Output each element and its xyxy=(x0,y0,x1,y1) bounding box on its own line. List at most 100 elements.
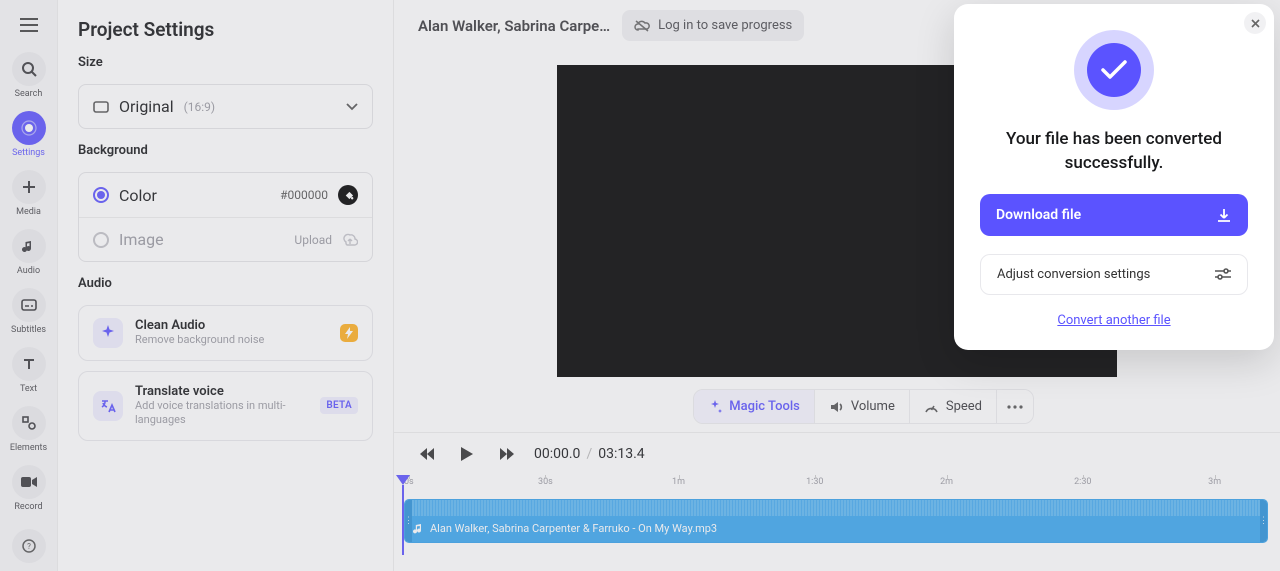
translate-title: Translate voice xyxy=(135,384,308,399)
check-icon xyxy=(1101,60,1127,80)
translate-sub: Add voice translations in multi-language… xyxy=(135,399,308,428)
svg-text:?: ? xyxy=(27,542,31,551)
beta-badge: BETA xyxy=(320,397,358,414)
sidebar-item-search[interactable]: Search xyxy=(4,46,54,103)
skip-forward-button[interactable] xyxy=(494,441,520,467)
timeline-tick: 1m xyxy=(672,477,685,487)
background-section-label: Background xyxy=(78,143,373,158)
speed-label: Speed xyxy=(946,399,982,414)
timeline[interactable]: 0s30s1m1:302m2:303m ⋮ ⋮ Alan Walker, Sab… xyxy=(394,475,1280,555)
convert-another-link[interactable]: Convert another file xyxy=(1057,313,1170,328)
page-title: Project Settings xyxy=(78,18,373,41)
conversion-modal: Your file has been converted successfull… xyxy=(954,4,1274,350)
size-select[interactable]: Original (16:9) xyxy=(78,84,373,129)
plus-icon xyxy=(12,170,46,204)
project-name[interactable]: Alan Walker, Sabrina Carpe… xyxy=(418,17,610,35)
clip-handle-left[interactable]: ⋮ xyxy=(405,500,412,542)
video-toolbar: Magic Tools Volume Speed xyxy=(693,389,1034,424)
download-button[interactable]: Download file xyxy=(980,194,1248,236)
sidebar-item-label: Search xyxy=(15,89,43,99)
background-options: Color #000000 Image Upload xyxy=(78,172,373,262)
size-section-label: Size xyxy=(78,55,373,70)
volume-button[interactable]: Volume xyxy=(815,390,910,423)
clip-name: Alan Walker, Sabrina Carpenter & Farruko… xyxy=(430,522,717,535)
clip-handle-right[interactable]: ⋮ xyxy=(1260,500,1267,542)
skip-back-button[interactable] xyxy=(414,441,440,467)
translate-voice-card[interactable]: Translate voice Add voice translations i… xyxy=(78,371,373,441)
speed-button[interactable]: Speed xyxy=(910,390,997,423)
sidebar-item-label: Record xyxy=(14,502,42,512)
sidebar-item-label: Audio xyxy=(17,266,40,276)
menu-icon[interactable] xyxy=(10,6,48,44)
upload-icon xyxy=(342,232,358,248)
timeline-tick: 2m xyxy=(940,477,953,487)
sidebar-item-record[interactable]: Record xyxy=(4,459,54,516)
timeline-area: 00:00.0 / 03:13.4 0s30s1m1:302m2:303m ⋮ … xyxy=(394,432,1280,555)
success-badge xyxy=(1074,30,1154,110)
bolt-icon xyxy=(340,324,358,342)
time-total: 03:13.4 xyxy=(598,446,644,462)
sidebar-item-subtitles[interactable]: Subtitles xyxy=(4,282,54,339)
sparkle-icon xyxy=(708,400,722,414)
shapes-icon xyxy=(12,406,46,440)
time-display: 00:00.0 / 03:13.4 xyxy=(534,446,645,462)
timeline-clip[interactable]: ⋮ ⋮ Alan Walker, Sabrina Carpenter & Far… xyxy=(404,499,1268,543)
close-button[interactable] xyxy=(1244,12,1266,34)
timeline-tick: 2:30 xyxy=(1074,477,1091,487)
timeline-tick: 30s xyxy=(538,477,553,487)
time-current: 00:00.0 xyxy=(534,446,580,462)
timeline-tick: 1:30 xyxy=(806,477,823,487)
clean-audio-card[interactable]: Clean Audio Remove background noise xyxy=(78,305,373,361)
login-button[interactable]: Log in to save progress xyxy=(622,10,804,41)
bg-color-hex: #000000 xyxy=(280,188,328,202)
sidebar-item-label: Subtitles xyxy=(11,325,46,335)
play-button[interactable] xyxy=(454,441,480,467)
sidebar-item-settings[interactable]: Settings xyxy=(4,105,54,162)
subtitles-icon xyxy=(12,288,46,322)
text-icon xyxy=(12,347,46,381)
sidebar-item-label: Settings xyxy=(12,148,45,158)
record-icon xyxy=(12,465,46,499)
size-aspect: (16:9) xyxy=(184,100,215,114)
adjust-settings-button[interactable]: Adjust conversion settings xyxy=(980,254,1248,295)
radio-checked-icon xyxy=(93,187,109,203)
sliders-icon xyxy=(1215,268,1231,280)
background-color-option[interactable]: Color #000000 xyxy=(79,173,372,217)
cloud-off-icon xyxy=(634,19,650,33)
time-sep: / xyxy=(586,446,592,462)
sidebar-item-label: Elements xyxy=(10,443,47,453)
settings-panel: Project Settings Size Original (16:9) Ba… xyxy=(58,0,394,571)
radio-unchecked-icon xyxy=(93,232,109,248)
download-icon xyxy=(1216,207,1232,223)
music-note-icon xyxy=(413,523,424,534)
sidebar-nav: Search Settings Media Audio Subtitles xyxy=(0,0,58,571)
speed-icon xyxy=(924,401,939,413)
upload-label: Upload xyxy=(294,233,332,247)
aspect-icon xyxy=(93,101,109,113)
chevron-down-icon xyxy=(346,103,358,111)
sidebar-item-audio[interactable]: Audio xyxy=(4,223,54,280)
paint-bucket-icon xyxy=(343,190,354,201)
help-icon[interactable]: ? xyxy=(12,529,46,563)
sidebar-item-elements[interactable]: Elements xyxy=(4,400,54,457)
translate-icon xyxy=(93,391,123,421)
timeline-tick: 3m xyxy=(1208,477,1221,487)
music-note-icon xyxy=(12,229,46,263)
download-label: Download file xyxy=(996,207,1081,223)
volume-label: Volume xyxy=(851,399,895,414)
sidebar-item-media[interactable]: Media xyxy=(4,164,54,221)
adjust-label: Adjust conversion settings xyxy=(997,267,1150,282)
background-image-option[interactable]: Image Upload xyxy=(79,217,372,261)
color-swatch[interactable] xyxy=(338,185,358,205)
search-icon xyxy=(12,52,46,86)
clean-audio-title: Clean Audio xyxy=(135,318,328,333)
login-label: Log in to save progress xyxy=(658,18,792,33)
sidebar-item-label: Media xyxy=(16,207,41,217)
more-icon xyxy=(1007,405,1023,409)
magic-tools-button[interactable]: Magic Tools xyxy=(694,390,815,423)
sidebar-item-label: Text xyxy=(20,384,37,394)
audio-section-label: Audio xyxy=(78,276,373,291)
more-button[interactable] xyxy=(997,390,1033,423)
sparkle-icon xyxy=(93,318,123,348)
sidebar-item-text[interactable]: Text xyxy=(4,341,54,398)
